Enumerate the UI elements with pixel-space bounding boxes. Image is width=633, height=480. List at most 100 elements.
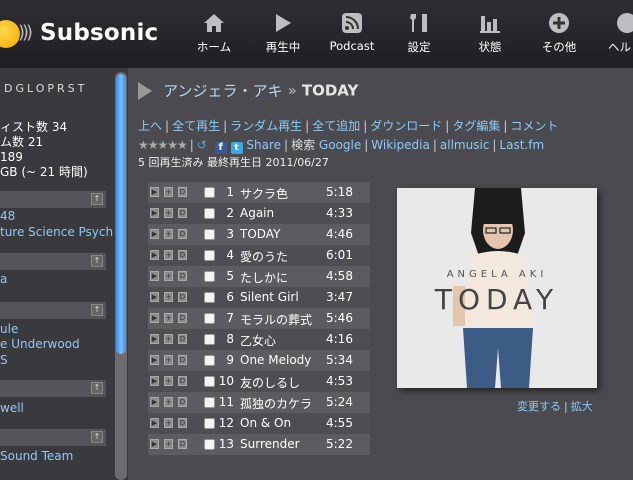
twitter-icon[interactable]: t [230, 142, 243, 154]
nav-settings[interactable]: 設定 [402, 12, 436, 58]
download-link[interactable]: ダウンロード [370, 119, 442, 133]
add-track-icon[interactable]: + [164, 250, 173, 260]
sidebar-artist[interactable]: 48 [0, 209, 15, 223]
sidebar-artist[interactable]: S [0, 353, 8, 367]
add-all-link[interactable]: 全て追加 [312, 119, 360, 133]
track-title[interactable]: 友のしるし [240, 374, 300, 391]
sidebar-artist[interactable]: ule [0, 322, 18, 336]
download-track-icon[interactable]: D [178, 418, 187, 428]
track-row[interactable]: ▶ + D 10 友のしるし 4:53 [148, 371, 370, 392]
track-title[interactable]: One Melody [240, 353, 311, 367]
track-row[interactable]: ▶ + D 5 たしかに 4:58 [148, 266, 370, 287]
download-track-icon[interactable]: D [178, 376, 187, 386]
track-row[interactable]: ▶ + D 3 TODAY 4:46 [148, 224, 370, 245]
add-track-icon[interactable]: + [164, 313, 173, 323]
track-row[interactable]: ▶ + D 9 One Melody 5:34 [148, 350, 370, 371]
download-track-icon[interactable]: D [178, 208, 187, 218]
album-artist-link[interactable]: アンジェラ・アキ [163, 82, 282, 100]
track-row[interactable]: ▶ + D 1 サクラ色 5:18 [148, 182, 370, 203]
track-title[interactable]: Surrender [240, 437, 300, 451]
rating-stars[interactable]: ★★★★★ [138, 138, 188, 152]
nav-status[interactable]: 状態 [473, 12, 507, 58]
nav-more[interactable]: その他 [538, 12, 580, 58]
sidebar-scrollbar[interactable] [115, 72, 127, 480]
add-track-icon[interactable]: + [164, 439, 173, 449]
download-track-icon[interactable]: D [178, 355, 187, 365]
up-link[interactable]: 上へ [138, 119, 162, 133]
track-title[interactable]: 愛のうた [240, 248, 288, 265]
download-track-icon[interactable]: D [178, 271, 187, 281]
nav-home[interactable]: ホーム [193, 12, 235, 58]
play-track-icon[interactable]: ▶ [150, 313, 159, 323]
play-track-icon[interactable]: ▶ [150, 187, 159, 197]
nav-now-playing[interactable]: 再生中 [260, 12, 306, 58]
track-title[interactable]: TODAY [240, 227, 280, 241]
track-checkbox[interactable] [204, 397, 215, 408]
subsonic-logo[interactable]: ))) Subsonic [0, 16, 158, 56]
play-track-icon[interactable]: ▶ [150, 334, 159, 344]
track-title[interactable]: On & On [240, 416, 291, 430]
add-track-icon[interactable]: + [164, 208, 173, 218]
sidebar-scroll-thumb[interactable] [116, 74, 126, 354]
track-checkbox[interactable] [204, 334, 215, 345]
play-track-icon[interactable]: ▶ [150, 250, 159, 260]
facebook-icon[interactable]: f [214, 142, 227, 154]
track-title[interactable]: Silent Girl [240, 290, 299, 304]
play-all-link[interactable]: 全て再生 [172, 119, 220, 133]
track-checkbox[interactable] [204, 313, 215, 324]
add-track-icon[interactable]: + [164, 187, 173, 197]
track-checkbox[interactable] [204, 187, 215, 198]
track-checkbox[interactable] [204, 418, 215, 429]
track-row[interactable]: ▶ + D 4 愛のうた 6:01 [148, 245, 370, 266]
add-track-icon[interactable]: + [164, 229, 173, 239]
play-track-icon[interactable]: ▶ [150, 397, 159, 407]
download-track-icon[interactable]: D [178, 397, 187, 407]
track-row[interactable]: ▶ + D 12 On & On 4:55 [148, 413, 370, 434]
share-link[interactable]: Share [246, 138, 281, 152]
random-play-link[interactable]: ランダム再生 [230, 119, 302, 133]
download-track-icon[interactable]: D [178, 334, 187, 344]
sidebar-artist[interactable]: ture Science Psych [0, 225, 113, 239]
add-track-icon[interactable]: + [164, 271, 173, 281]
track-title[interactable]: モラルの葬式 [240, 311, 312, 328]
wikipedia-link[interactable]: Wikipedia [371, 138, 430, 152]
play-track-icon[interactable]: ▶ [150, 439, 159, 449]
track-title[interactable]: サクラ色 [240, 185, 288, 202]
add-track-icon[interactable]: + [164, 397, 173, 407]
sidebar-artist[interactable]: e Underwood [0, 337, 80, 351]
track-checkbox[interactable] [204, 376, 215, 387]
track-checkbox[interactable] [204, 229, 215, 240]
track-row[interactable]: ▶ + D 8 乙女心 4:16 [148, 329, 370, 350]
play-track-icon[interactable]: ▶ [150, 292, 159, 302]
track-row[interactable]: ▶ + D 11 孤独のカケラ 5:24 [148, 392, 370, 413]
album-cover[interactable]: ANGELA AKI TODAY [397, 188, 597, 388]
track-checkbox[interactable] [204, 439, 215, 450]
track-title[interactable]: たしかに [240, 269, 288, 286]
sidebar-artist[interactable]: Sound Team [0, 449, 73, 463]
track-checkbox[interactable] [204, 355, 215, 366]
google-link[interactable]: Google [319, 138, 361, 152]
download-track-icon[interactable]: D [178, 439, 187, 449]
track-row[interactable]: ▶ + D 13 Surrender 5:22 [148, 434, 370, 455]
play-track-icon[interactable]: ▶ [150, 376, 159, 386]
download-track-icon[interactable]: D [178, 187, 187, 197]
download-track-icon[interactable]: D [178, 250, 187, 260]
lastfm-link[interactable]: Last.fm [499, 138, 544, 152]
add-track-icon[interactable]: + [164, 418, 173, 428]
scroll-up-icon[interactable]: ↑ [91, 304, 103, 316]
nav-help[interactable]: ヘル [608, 12, 633, 58]
track-checkbox[interactable] [204, 271, 215, 282]
play-track-icon[interactable]: ▶ [150, 208, 159, 218]
scroll-up-icon[interactable]: ↑ [91, 382, 103, 394]
play-track-icon[interactable]: ▶ [150, 355, 159, 365]
comment-link[interactable]: コメント [510, 119, 558, 133]
add-track-icon[interactable]: + [164, 292, 173, 302]
change-cover-link[interactable]: 変更する [517, 400, 561, 413]
download-track-icon[interactable]: D [178, 313, 187, 323]
add-track-icon[interactable]: + [164, 334, 173, 344]
edit-tags-link[interactable]: タグ編集 [452, 119, 500, 133]
track-title[interactable]: 孤独のカケラ [240, 395, 312, 412]
track-title[interactable]: 乙女心 [240, 332, 276, 349]
undo-rating-icon[interactable]: ↺ [197, 138, 207, 152]
zoom-cover-link[interactable]: 拡大 [571, 400, 593, 413]
